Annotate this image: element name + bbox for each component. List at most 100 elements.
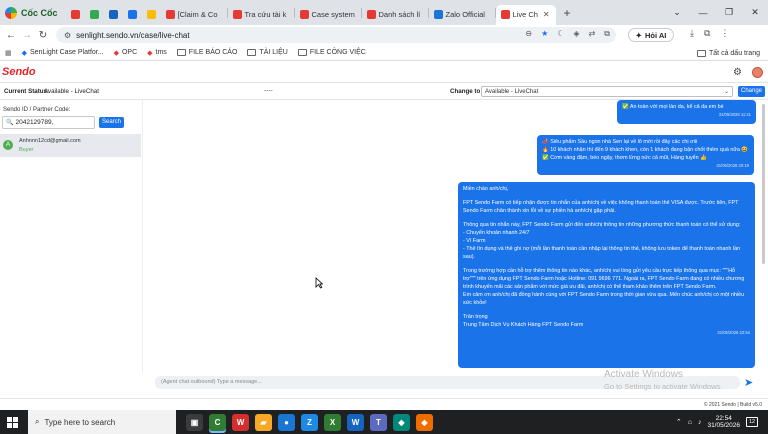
teams-icon[interactable]: T	[370, 413, 387, 431]
chevron-up-icon[interactable]: ⌃	[676, 418, 682, 426]
status-placeholder: ----	[264, 87, 273, 94]
bookmark-tai-lieu[interactable]: TÀI LIỆU	[247, 49, 288, 56]
app-icon[interactable]: ◆	[416, 413, 433, 431]
browser-tab[interactable]: Case system	[295, 5, 361, 25]
bookmark-file-bao-cao[interactable]: FILE BÁO CÁO	[176, 49, 237, 56]
new-tab-icon[interactable]: +	[564, 6, 571, 20]
change-status-select[interactable]: Available - LiveChat ⌄	[481, 86, 733, 97]
message-line: FPT Sendo Farm có tiếp nhận được tin nhắ…	[463, 200, 739, 206]
drive-icon	[146, 10, 156, 19]
ask-ai-button[interactable]: ✦ Hỏi AI	[628, 28, 674, 42]
taskbar-apps: ▣ C W ▰ ● Z X W T ◆ ◆	[186, 413, 433, 431]
search-icon: 🔍	[6, 120, 14, 126]
taskbar-search-placeholder: Type here to search	[44, 417, 116, 427]
send-icon[interactable]: ➤	[744, 376, 753, 389]
favicon-icon	[500, 10, 510, 19]
dark-mode-icon[interactable]: ☾	[557, 29, 564, 39]
browser-tab[interactable]: Danh sách lí	[362, 5, 428, 25]
bookmark-file-cong-viec[interactable]: FILE CÔNG VIỆC	[297, 49, 366, 56]
settings-gear-icon[interactable]: ⚙	[733, 67, 742, 78]
windows-start-icon[interactable]	[0, 410, 24, 434]
network-icon[interactable]: ⌂	[688, 419, 692, 426]
message-line: Trân trọng	[463, 314, 488, 320]
window-controls: ⌄ — ❐ ✕	[664, 0, 768, 25]
file-explorer-icon[interactable]: ▰	[255, 413, 272, 431]
all-bookmarks[interactable]: Tất cả dấu trang	[697, 45, 760, 61]
site-info-icon[interactable]: ⚙	[64, 31, 71, 40]
folder-icon	[297, 49, 307, 56]
url-field[interactable]: ⚙ senlight.sendo.vn/case/live-chat ⊖ ★ ☾…	[56, 27, 616, 43]
bookmark-opc[interactable]: ◆ OPC	[114, 49, 138, 57]
menu-icon[interactable]: ⋮	[720, 28, 729, 39]
contact-list-item[interactable]: A Anhnnn12cd@gmail.com Buyer	[0, 134, 141, 157]
browser-tab-title: Danh sách lí	[378, 10, 421, 19]
excel-icon[interactable]: X	[324, 413, 341, 431]
browser-tab[interactable]	[142, 5, 161, 25]
tab-search-icon[interactable]: ⌄	[664, 7, 690, 18]
opc-icon: ◆	[113, 49, 119, 57]
chat-message: ✅ An toàn với mọi làn da, kể cả da em bé…	[617, 100, 756, 124]
toolbar-right: ⤓ ⧉ ⋮	[690, 28, 729, 39]
close-tab-icon[interactable]: ✕	[543, 10, 550, 19]
extensions-icon[interactable]: ⧉	[704, 28, 710, 39]
browser-tab[interactable]: Tra cứu tài k	[228, 5, 294, 25]
message-timestamp: 31/05/2026 22:54	[717, 330, 750, 335]
taskbar-clock[interactable]: 22:54 31/05/2026	[707, 415, 740, 430]
wps-icon[interactable]: W	[232, 413, 249, 431]
app-icon[interactable]: ◆	[393, 413, 410, 431]
contact-role: Buyer	[19, 147, 34, 153]
volume-icon[interactable]: ♪	[698, 419, 702, 426]
search-icon: ⌕	[35, 417, 40, 426]
chrome-icon[interactable]: ●	[278, 413, 295, 431]
ask-ai-label: Hỏi AI	[644, 30, 667, 40]
maximize-icon[interactable]: ❐	[716, 7, 742, 18]
contact-avatar: A	[3, 140, 13, 150]
word-icon[interactable]: W	[347, 413, 364, 431]
search-button[interactable]: Search	[99, 117, 124, 128]
change-status-button[interactable]: Change	[738, 86, 765, 97]
taskbar-search-field[interactable]: ⌕ Type here to search	[28, 410, 176, 434]
minimize-icon[interactable]: —	[690, 8, 716, 18]
reload-icon[interactable]: ↻	[35, 30, 51, 41]
bookmark-senlight[interactable]: ◆ SenLight Case Platfor...	[22, 49, 104, 57]
browser-tab[interactable]: Zalo Official	[429, 5, 495, 25]
meet-icon	[127, 10, 137, 19]
apps-grid-icon[interactable]: ▦	[5, 49, 12, 57]
message-line: trình khuyến mãi các sản phẩm với mức gi…	[463, 284, 717, 290]
shield-icon[interactable]: ◈	[573, 29, 579, 39]
system-tray: ⌃ ⌂ ♪ 22:54 31/05/2026 12	[676, 410, 768, 434]
message-line: Miền chào anh/chị,	[463, 186, 509, 192]
close-window-icon[interactable]: ✕	[742, 7, 768, 18]
message-line: - Thẻ tín dụng và thẻ ghi nợ (mỗi lần th…	[463, 246, 741, 252]
bookmark-tms[interactable]: ◆ tms	[147, 49, 167, 57]
message-line: - Chuyển khoản nhanh 24/7	[463, 230, 530, 236]
extension-icon[interactable]: ⧉	[604, 29, 610, 39]
zalo-icon[interactable]: Z	[301, 413, 318, 431]
task-view-icon[interactable]: ▣	[186, 413, 203, 431]
favicon-icon	[232, 10, 242, 19]
browser-tab-title: Case system	[311, 10, 355, 19]
browser-tab[interactable]	[85, 5, 104, 25]
mouse-cursor-icon	[315, 277, 323, 289]
download-icon[interactable]: ⤓	[690, 28, 694, 39]
message-timestamp: 31/05/2026 20:19	[716, 163, 749, 168]
notification-badge[interactable]: 12	[746, 417, 758, 427]
coccoc-logo-icon	[5, 6, 17, 19]
translate-icon[interactable]: ⇄	[589, 29, 596, 39]
message-timestamp: 31/05/2026 11:21	[718, 112, 751, 117]
browser-brand[interactable]: Cốc Cốc	[0, 0, 66, 25]
bookmark-star-icon[interactable]: ★	[541, 29, 548, 39]
browser-tab[interactable]	[104, 5, 123, 25]
back-icon[interactable]: ←	[3, 30, 19, 41]
browser-tab[interactable]	[66, 5, 85, 25]
coccoc-browser-icon[interactable]: C	[209, 413, 226, 431]
user-avatar[interactable]	[752, 67, 763, 78]
forward-icon[interactable]: →	[19, 30, 35, 41]
browser-tab[interactable]: Live Ch ✕	[495, 4, 556, 25]
chat-scrollbar[interactable]	[762, 104, 765, 264]
browser-tab[interactable]: [Claim & Co	[161, 5, 227, 25]
sendo-logo[interactable]: Sendo	[2, 66, 36, 78]
browser-tab[interactable]	[123, 5, 142, 25]
zoom-icon[interactable]: ⊖	[525, 29, 532, 39]
sendo-id-search-input[interactable]: 🔍 2042129789,	[2, 116, 95, 129]
